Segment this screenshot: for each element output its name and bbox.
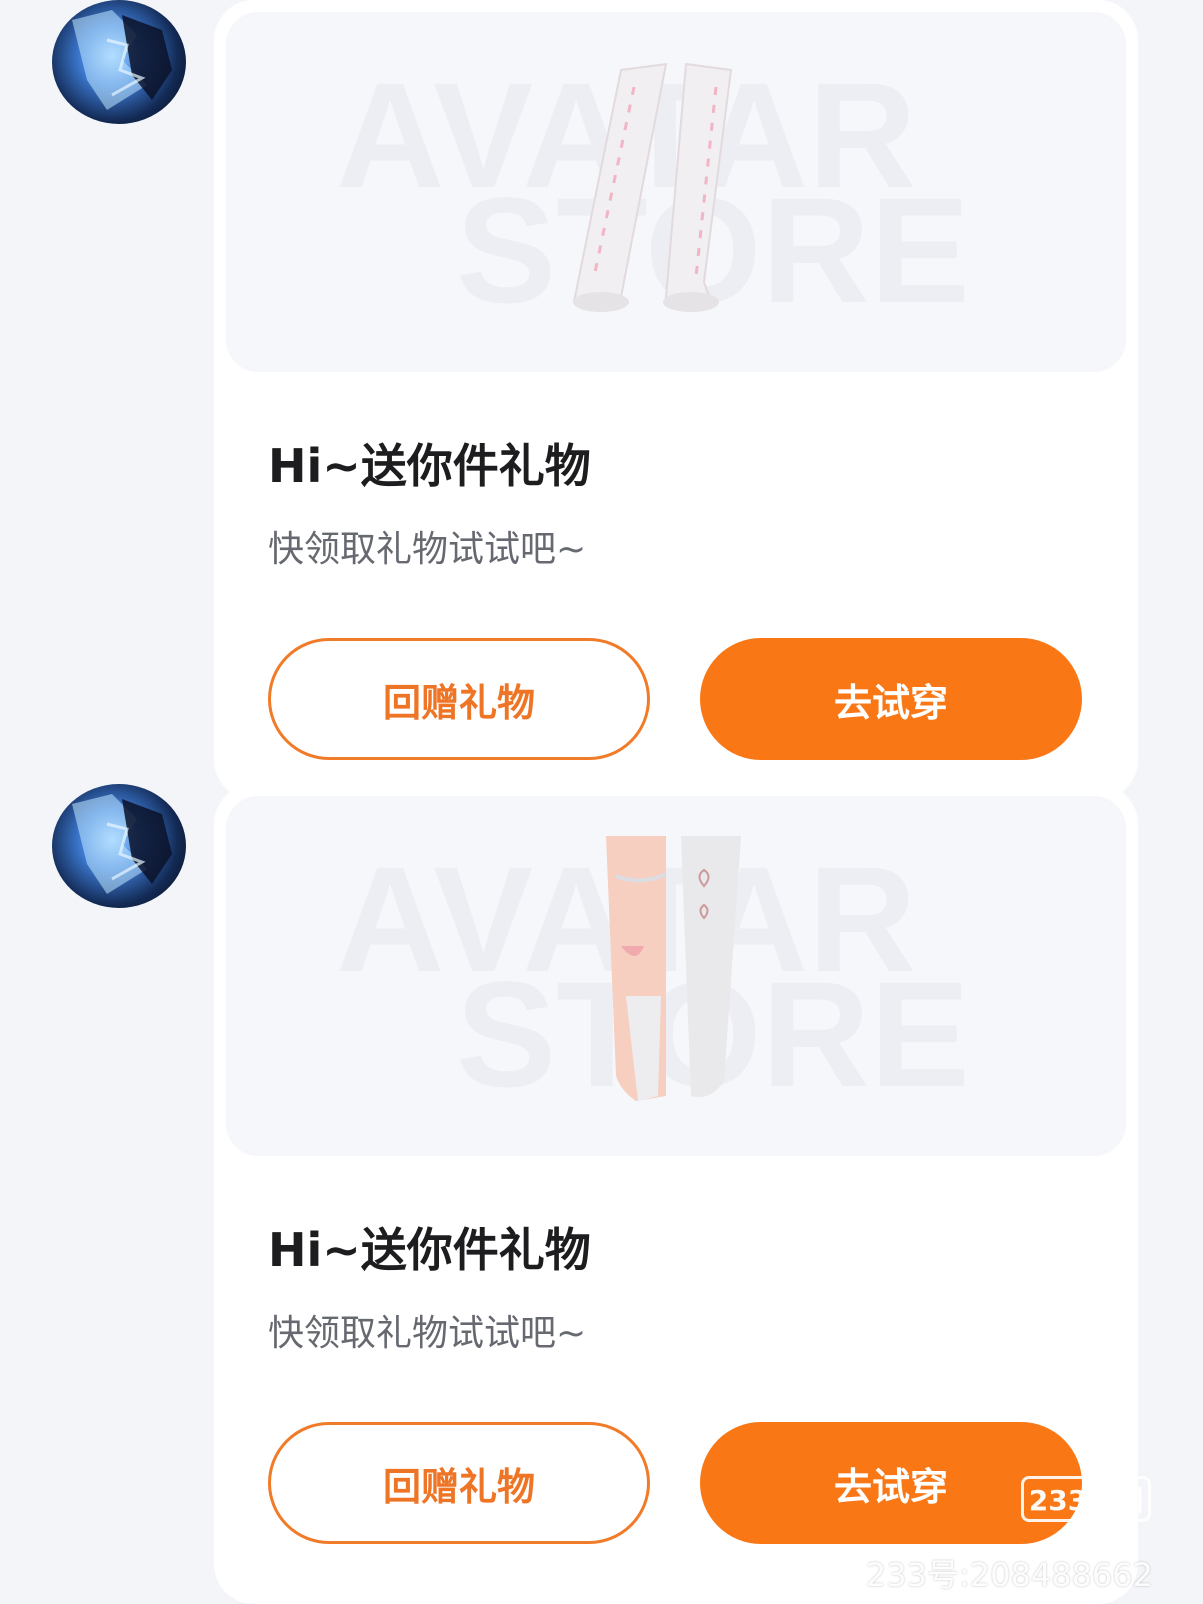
gift-preview-image[interactable]: AVATAR STORE bbox=[226, 12, 1126, 372]
user-avatar-icon bbox=[72, 10, 172, 110]
gift-title: Hi~送你件礼物 bbox=[268, 439, 591, 493]
return-gift-button[interactable]: 回赠礼物 bbox=[268, 1422, 650, 1544]
gift-card: AVATAR STORE Hi~送你件礼物 快领取礼物试试吧~ 回赠礼物 去试穿 bbox=[214, 784, 1138, 1604]
gift-subtitle: 快领取礼物试试吧~ bbox=[268, 1313, 587, 1354]
brand-watermark: 233乐园 bbox=[1021, 1476, 1151, 1522]
gift-card: AVATAR STORE Hi~送你件礼物 快领取礼物试试吧~ 回赠礼物 去试穿 bbox=[214, 0, 1138, 800]
try-on-button[interactable]: 去试穿 bbox=[700, 638, 1082, 760]
user-avatar-icon bbox=[72, 794, 172, 894]
gift-subtitle: 快领取礼物试试吧~ bbox=[268, 529, 587, 570]
gift-preview-image[interactable]: AVATAR STORE bbox=[226, 796, 1126, 1156]
gift-title: Hi~送你件礼物 bbox=[268, 1223, 591, 1277]
avatar[interactable] bbox=[52, 0, 186, 124]
avatar[interactable] bbox=[52, 784, 186, 908]
id-watermark: 233号:208488662 bbox=[865, 1556, 1153, 1594]
return-gift-button[interactable]: 回赠礼物 bbox=[268, 638, 650, 760]
